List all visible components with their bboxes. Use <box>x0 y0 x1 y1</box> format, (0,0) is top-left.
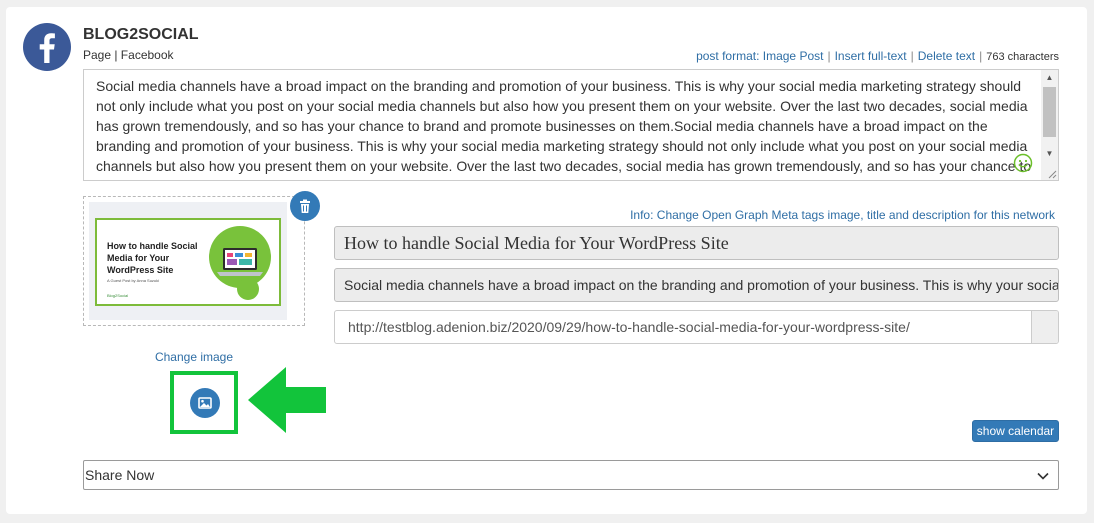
post-format-link[interactable]: post format: Image Post <box>696 49 823 63</box>
separator: | <box>979 49 983 63</box>
og-url-text: http://testblog.adenion.biz/2020/09/29/h… <box>348 319 910 335</box>
separator: | <box>910 49 914 63</box>
left-arrow-icon <box>248 367 326 433</box>
thumbnail-logo: Blog2Social <box>107 293 129 298</box>
share-timing-select[interactable]: Share Now <box>83 460 1059 490</box>
facebook-icon <box>23 23 71 71</box>
post-image-thumbnail: How to handle Social Media for Your Word… <box>89 202 287 320</box>
og-url-field[interactable]: http://testblog.adenion.biz/2020/09/29/h… <box>334 310 1059 344</box>
scroll-thumb[interactable] <box>1043 87 1056 137</box>
emoji-icon[interactable] <box>1013 153 1033 173</box>
image-icon <box>198 397 212 409</box>
textarea-scrollbar[interactable]: ▲ ▼ <box>1041 70 1058 180</box>
network-subtitle: Page | Facebook <box>83 48 174 62</box>
og-title-field[interactable]: How to handle Social Media for Your Word… <box>334 226 1059 260</box>
trash-icon <box>300 199 310 213</box>
select-image-button[interactable] <box>190 388 220 418</box>
character-count: 763 characters <box>986 51 1059 63</box>
post-textarea[interactable]: Social media channels have a broad impac… <box>83 69 1059 181</box>
url-addon <box>1031 311 1058 343</box>
show-calendar-button[interactable]: show calendar <box>972 420 1059 442</box>
network-name: BLOG2SOCIAL <box>83 26 199 43</box>
thumbnail-title: How to handle Social Media for Your Word… <box>107 241 198 275</box>
scroll-up-arrow-icon[interactable]: ▲ <box>1041 70 1058 86</box>
og-description-field[interactable]: Social media channels have a broad impac… <box>334 268 1059 302</box>
thumbnail-subtitle: A Guest Post by Anna Suzuki <box>107 278 160 283</box>
og-info-link[interactable]: Info: Change Open Graph Meta tags image,… <box>630 208 1055 222</box>
resize-grip-icon[interactable] <box>1047 169 1057 179</box>
thumbnail-card: How to handle Social Media for Your Word… <box>95 218 281 306</box>
scroll-down-arrow-icon[interactable]: ▼ <box>1041 146 1058 162</box>
post-toolbar: post format: Image Post | Insert full-text… <box>696 49 1059 63</box>
share-option-label: Share Now <box>85 467 155 483</box>
chevron-down-icon <box>1037 472 1049 480</box>
separator: | <box>827 49 831 63</box>
post-image-box: How to handle Social Media for Your Word… <box>83 196 305 326</box>
delete-image-button[interactable] <box>290 191 320 221</box>
delete-text-link[interactable]: Delete text <box>918 49 975 63</box>
laptop-icon <box>217 248 263 276</box>
change-image-link[interactable]: Change image <box>83 350 305 364</box>
post-text[interactable]: Social media channels have a broad impac… <box>96 76 1041 176</box>
insert-full-text-link[interactable]: Insert full-text <box>835 49 907 63</box>
